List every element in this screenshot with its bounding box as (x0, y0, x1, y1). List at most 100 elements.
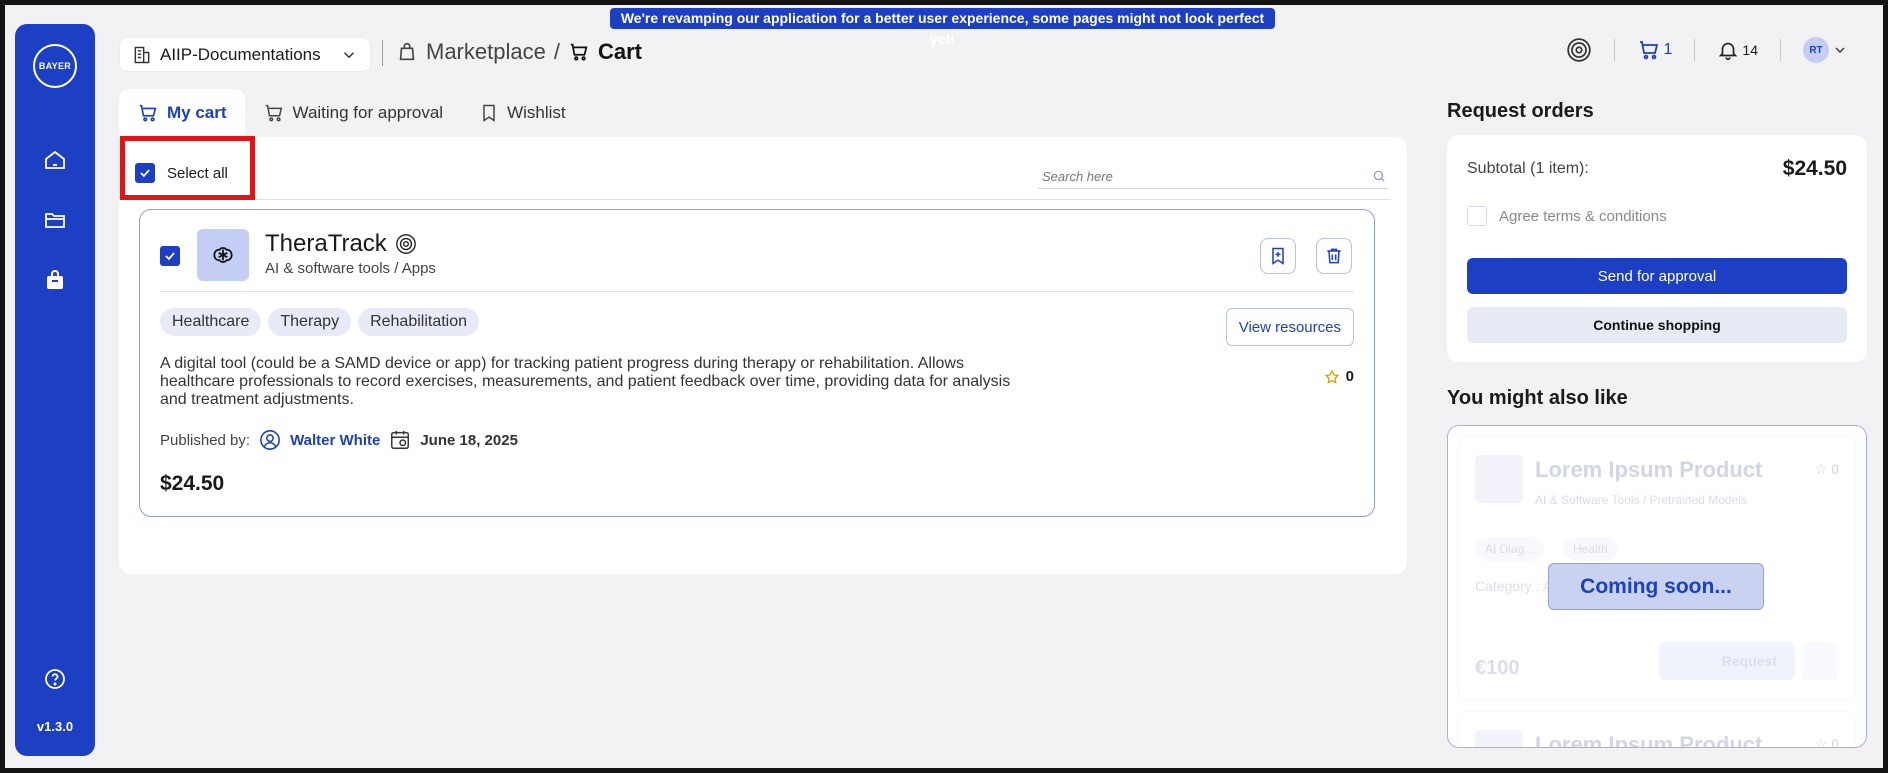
help-icon[interactable] (43, 667, 67, 691)
recommendation-rating: ☆ 0 (1814, 461, 1839, 477)
recommendation-name: Lorem Ipsum Product (1535, 457, 1763, 482)
breadcrumb-cart: Cart (597, 39, 642, 64)
recommendation-name: Lorem Ipsum Product (1535, 732, 1763, 748)
checkbox-unchecked[interactable] (1467, 206, 1487, 226)
bookmark-icon (483, 104, 495, 122)
ai-badge-icon (395, 234, 416, 254)
tab-my-cart[interactable]: My cart (119, 89, 245, 137)
item-checkbox[interactable] (160, 246, 180, 266)
search-field (1038, 165, 1388, 189)
bookmark-icon (1801, 642, 1839, 680)
building-icon (134, 46, 150, 63)
breadcrumb: Marketplace / Cart (396, 38, 642, 66)
search-input[interactable] (1038, 165, 1358, 187)
agree-terms-label: Agree terms & conditions (1499, 207, 1667, 225)
bookmark-plus-icon (1272, 247, 1284, 265)
remove-item-button[interactable] (1316, 238, 1352, 274)
request-orders-title: Request orders (1447, 100, 1594, 122)
tag: AI Diag... (1475, 537, 1545, 561)
view-resources-button[interactable]: View resources (1225, 308, 1354, 346)
rating-value: 0 (1831, 461, 1839, 477)
author-link[interactable]: Walter White (290, 432, 380, 449)
send-for-approval-button[interactable]: Send for approval (1467, 258, 1847, 294)
cart-icon (139, 104, 157, 122)
workspace-selector[interactable]: AIIP-Documentations (119, 37, 371, 72)
header-divider (1780, 39, 1781, 61)
divider (135, 199, 1391, 200)
published-by-label: Published by: (160, 431, 251, 449)
cart-panel: Select all TheraTrack AI & software tool… (119, 137, 1407, 574)
rating-value: 0 (1345, 368, 1354, 385)
header-divider (1694, 39, 1696, 61)
publish-date: June 18, 2025 (420, 431, 518, 449)
product-category: AI & software tools / Apps (265, 260, 436, 277)
cart-tabs: My cart Waiting for approval Wishlist (119, 89, 584, 137)
recommendation-card: Lorem Ipsum Product ☆ 0 (1458, 711, 1856, 748)
folder-icon[interactable] (43, 208, 67, 232)
coming-soon-overlay: Coming soon... (1548, 563, 1764, 610)
notifications-button[interactable]: 14 (1717, 39, 1758, 61)
chevron-down-icon (343, 51, 355, 58)
workspace-name: AIIP-Documentations (160, 44, 321, 64)
select-all-highlight (120, 136, 255, 200)
recommendation-price: €100 (1475, 657, 1520, 679)
rating: 0 (1324, 368, 1354, 385)
continue-shopping-button[interactable]: Continue shopping (1467, 307, 1847, 343)
tag: Rehabilitation (358, 308, 480, 336)
search-icon[interactable] (1372, 169, 1386, 183)
avatar: RT (1803, 37, 1829, 63)
tag-list: Healthcare Therapy Rehabilitation (160, 308, 480, 336)
calendar-icon (391, 430, 410, 449)
product-description: A digital tool (could be a SAMD device o… (160, 355, 1011, 408)
chevron-down-icon (1835, 47, 1845, 53)
cart-icon (570, 43, 588, 61)
sidebar: BAYER v1.3.0 (15, 24, 95, 756)
cart-button[interactable]: 1 (1637, 38, 1672, 62)
rating-value: 0 (1831, 736, 1839, 748)
tag: Therapy (268, 308, 352, 336)
tab-waiting-for-approval[interactable]: Waiting for approval (245, 89, 462, 137)
header-divider (382, 40, 383, 66)
tab-label: Waiting for approval (292, 103, 444, 122)
tab-label: My cart (167, 103, 227, 122)
order-summary: Subtotal (1 item): $24.50 Agree terms & … (1447, 135, 1867, 362)
brain-badge-icon (1566, 38, 1591, 62)
recommendation-rating: ☆ 0 (1815, 736, 1839, 748)
subtotal-value: $24.50 (1782, 157, 1847, 180)
bell-icon (1719, 42, 1738, 60)
notification-count: 14 (1742, 42, 1758, 58)
trash-icon (1327, 248, 1341, 264)
check-icon (165, 252, 175, 261)
header-divider (1613, 39, 1615, 61)
breadcrumb-separator: / (553, 39, 560, 64)
logo-text-horizontal: BAYER (38, 61, 72, 71)
agree-terms-checkbox[interactable]: Agree terms & conditions (1467, 206, 1667, 226)
cart-icon (1639, 41, 1658, 60)
bag-icon (399, 42, 415, 61)
user-menu[interactable]: RT (1803, 37, 1848, 63)
header-actions: 1 14 RT (1566, 35, 1848, 65)
bayer-logo[interactable]: BAYER (33, 44, 77, 88)
product-thumbnail (1475, 455, 1523, 503)
add-to-wishlist-button[interactable] (1260, 238, 1296, 274)
publisher-info: Published by: Walter White June 18, 2025 (160, 429, 518, 451)
shopping-bag-icon[interactable] (43, 268, 67, 292)
subtotal-row: Subtotal (1 item): $24.50 (1467, 157, 1847, 181)
ai-assistant-button[interactable] (1566, 37, 1592, 63)
product-price: $24.50 (160, 472, 225, 495)
app-version: v1.3.0 (36, 719, 74, 734)
announcement-banner: We're revamping our application for a be… (610, 8, 1275, 47)
brain-icon (213, 247, 233, 263)
tab-wishlist[interactable]: Wishlist (461, 89, 584, 137)
product-name-row: TheraTrack (265, 230, 417, 258)
home-icon[interactable] (43, 148, 67, 172)
product-thumbnail (197, 229, 249, 281)
request-button: Request (1659, 642, 1795, 680)
recommendation-category: AI & Software Tools / Pretrained Models (1535, 493, 1747, 507)
subtotal-label: Subtotal (1 item): (1467, 160, 1589, 177)
tag: Health (1563, 537, 1618, 561)
product-name[interactable]: TheraTrack (265, 230, 387, 258)
tab-label: Wishlist (507, 103, 566, 122)
product-thumbnail (1475, 730, 1523, 747)
breadcrumb-marketplace[interactable]: Marketplace (426, 39, 546, 65)
